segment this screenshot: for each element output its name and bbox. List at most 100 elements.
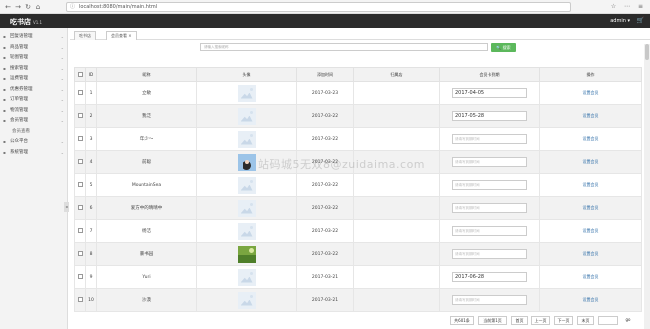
- row-checkbox[interactable]: [77, 250, 83, 256]
- sidebar-item[interactable]: ▪ 回复语管理 ⌄: [0, 32, 67, 43]
- row-checkbox[interactable]: [77, 89, 83, 95]
- row-select-cell[interactable]: [74, 265, 86, 289]
- row-checkbox[interactable]: [77, 158, 83, 164]
- set-member-link[interactable]: 设置会员: [583, 274, 599, 279]
- search-input[interactable]: 请输入搜索昵称: [200, 43, 488, 51]
- forward-icon[interactable]: →: [14, 3, 22, 11]
- sidebar-item[interactable]: ▪ 搜索管理 ⌄: [0, 64, 67, 75]
- page-scrollbar[interactable]: [644, 44, 650, 329]
- row-checkbox[interactable]: [77, 135, 83, 141]
- browser-menu-icons[interactable]: ☆ ⋯ ≡: [611, 3, 646, 10]
- row-checkbox[interactable]: [77, 112, 83, 118]
- address-bar[interactable]: ⓘ localhost:8080/main/main.html: [66, 2, 571, 12]
- row-select-cell[interactable]: [74, 81, 86, 105]
- tab-home[interactable]: 吃书店: [74, 31, 96, 40]
- sidebar-item[interactable]: ▪ 系统管理 ⌄: [0, 148, 67, 159]
- expiry-date-input[interactable]: 请填写到期时间: [452, 157, 527, 167]
- cell-card-expiry: 2017-06-28: [439, 265, 540, 289]
- pager-next-button[interactable]: 下一页: [554, 316, 573, 325]
- url-text: localhost:8080/main/main.html: [79, 4, 158, 10]
- expiry-date-input[interactable]: 2017-05-28: [452, 111, 527, 121]
- cell-card-expiry: 2017-05-28: [439, 104, 540, 128]
- pager-go-button[interactable]: go: [621, 316, 635, 325]
- set-member-link[interactable]: 设置会员: [583, 182, 599, 187]
- cell-added-time: 2017-03-21: [296, 265, 354, 289]
- set-member-link[interactable]: 设置会员: [583, 297, 599, 302]
- expiry-date-input[interactable]: 请填写到期时间: [452, 249, 527, 259]
- set-member-link[interactable]: 设置会员: [583, 113, 599, 118]
- pager-page-input[interactable]: [598, 316, 618, 325]
- sidebar-item[interactable]: ▪ 运费管理 ⌄: [0, 74, 67, 85]
- sidebar-item[interactable]: ▪ 会员管理 ⌄: [0, 116, 67, 127]
- expiry-placeholder: 请填写到期时间: [455, 229, 480, 233]
- reload-icon[interactable]: ↻: [24, 3, 32, 11]
- back-icon[interactable]: ←: [4, 3, 12, 11]
- table-row: 2 我泛 2017-03-22 2017-05-28 设置会员: [74, 104, 642, 128]
- scrollbar-thumb[interactable]: [645, 44, 649, 60]
- expiry-date-input[interactable]: 2017-04-05: [452, 88, 527, 98]
- set-member-link[interactable]: 设置会员: [583, 159, 599, 164]
- row-select-cell[interactable]: [74, 104, 86, 128]
- sidebar-item-label: 物流管理: [10, 107, 28, 113]
- expiry-date-input[interactable]: 请填写到期时间: [452, 134, 527, 144]
- expiry-date-input[interactable]: 2017-06-28: [452, 272, 527, 282]
- home-icon[interactable]: ⌂: [34, 3, 42, 11]
- cart-icon[interactable]: 🛒: [637, 17, 644, 24]
- cell-card-expiry: 请填写到期时间: [439, 127, 540, 151]
- sidebar-item[interactable]: ▪ 优惠券管理 ⌄: [0, 85, 67, 96]
- sidebar-item[interactable]: ▪ 公众平台 ⌄: [0, 137, 67, 148]
- table-row: 5 MountainSea 2017-03-22 请填写到期时间 设置会员: [74, 173, 642, 197]
- tab-close-icon[interactable]: ×: [128, 33, 131, 38]
- select-all-checkbox[interactable]: [77, 71, 83, 77]
- sidebar-item[interactable]: ▪ 轮图管理 ⌄: [0, 53, 67, 64]
- cell-operation: 设置会员: [539, 265, 642, 289]
- set-member-link[interactable]: 设置会员: [583, 205, 599, 210]
- row-select-cell[interactable]: [74, 242, 86, 266]
- cell-nickname: 立敏: [96, 81, 197, 105]
- expiry-date-input[interactable]: 请填写到期时间: [452, 203, 527, 213]
- expiry-date-input[interactable]: 请填写到期时间: [452, 180, 527, 190]
- search-button[interactable]: 🔍 搜索: [491, 43, 516, 52]
- pager-last-button[interactable]: 末页: [577, 316, 594, 325]
- row-checkbox[interactable]: [77, 204, 83, 210]
- row-checkbox[interactable]: [77, 296, 83, 302]
- pager-first-button[interactable]: 首页: [511, 316, 528, 325]
- sidebar-collapse-handle[interactable]: ◂: [64, 202, 69, 212]
- avatar-image: [237, 176, 256, 194]
- chevron-down-icon: ⌄: [60, 118, 64, 123]
- row-checkbox[interactable]: [77, 181, 83, 187]
- row-select-cell[interactable]: [74, 127, 86, 151]
- set-member-link[interactable]: 设置会员: [583, 228, 599, 233]
- pager-prev-button[interactable]: 上一页: [531, 316, 550, 325]
- cell-added-time: 2017-03-22: [296, 173, 354, 197]
- row-checkbox[interactable]: [77, 227, 83, 233]
- select-all-header[interactable]: [74, 67, 86, 82]
- avatar-image: [237, 222, 256, 240]
- cell-store: [353, 127, 440, 151]
- row-select-cell[interactable]: [74, 173, 86, 197]
- cell-avatar: [196, 104, 297, 128]
- sidebar-item[interactable]: ▪ 物流管理 ⌄: [0, 106, 67, 117]
- cell-nickname: Yuri: [96, 265, 197, 289]
- sidebar-item-label: 运费管理: [10, 76, 28, 81]
- sidebar-item[interactable]: 会员查看: [0, 127, 67, 138]
- avatar-image: [237, 130, 256, 148]
- sidebar-item[interactable]: ▪ 商品管理 ⌄: [0, 43, 67, 54]
- set-member-link[interactable]: 设置会员: [583, 90, 599, 95]
- expiry-date-input[interactable]: 请填写到期时间: [452, 226, 527, 236]
- row-select-cell[interactable]: [74, 150, 86, 174]
- sidebar-item[interactable]: ▪ 订单管理 ⌄: [0, 95, 67, 106]
- row-select-cell[interactable]: [74, 219, 86, 243]
- row-checkbox[interactable]: [77, 273, 83, 279]
- set-member-link[interactable]: 设置会员: [583, 251, 599, 256]
- tab-member-view[interactable]: 会员查看 ×: [106, 31, 137, 40]
- row-select-cell[interactable]: [74, 196, 86, 220]
- col-store: 归属店: [353, 67, 440, 82]
- cell-nickname: 年少～: [96, 127, 197, 151]
- chevron-down-icon: ⌄: [60, 76, 64, 81]
- row-select-cell[interactable]: [74, 288, 86, 312]
- table-row: 7 杨洁 2017-03-22 请填写到期时间 设置会员: [74, 219, 642, 243]
- admin-menu[interactable]: admin ▾: [610, 18, 630, 24]
- set-member-link[interactable]: 设置会员: [583, 136, 599, 141]
- expiry-date-input[interactable]: 请填写到期时间: [452, 295, 527, 305]
